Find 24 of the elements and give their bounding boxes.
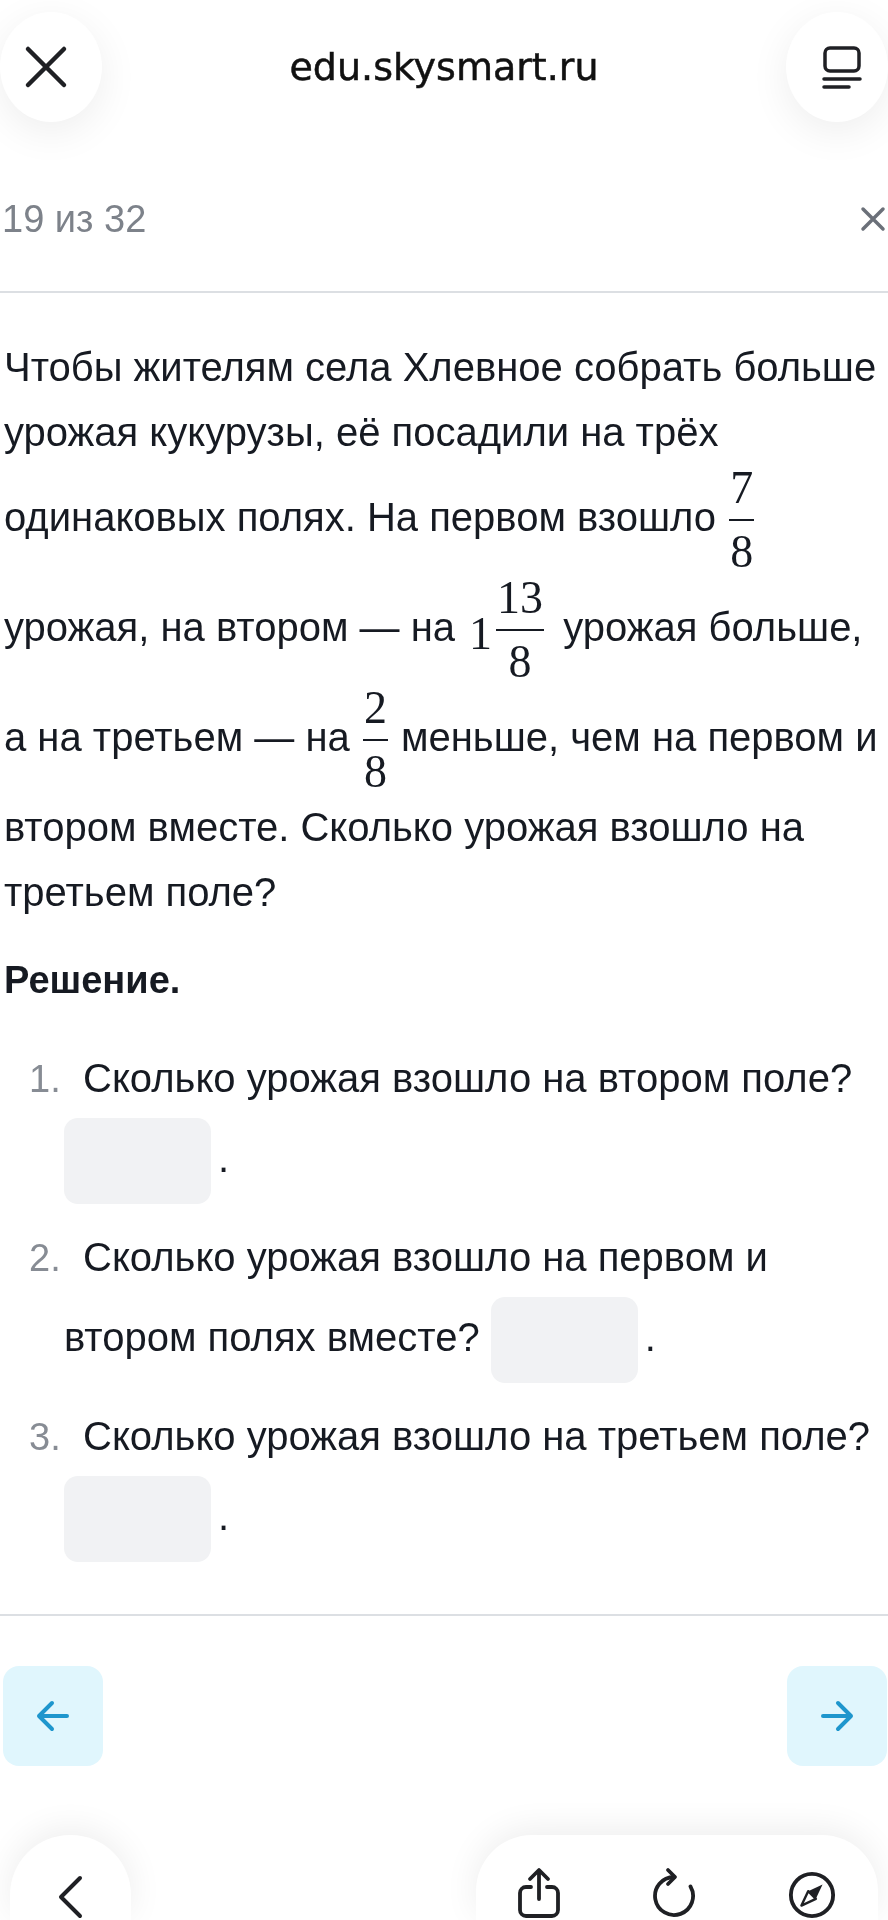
compass-icon[interactable] <box>787 1871 837 1919</box>
sentence-period: . <box>218 1493 230 1538</box>
question-text: Сколько урожая взошло на первом и <box>83 1235 768 1279</box>
next-button[interactable] <box>787 1666 887 1766</box>
arrow-left-icon <box>36 1699 70 1733</box>
reload-icon[interactable] <box>651 1867 698 1917</box>
page-url: edu.skysmart.ru <box>289 45 599 89</box>
question-text: Сколько урожая взошло на третьем поле? <box>83 1414 871 1458</box>
close-icon <box>24 45 68 89</box>
step-number: 3. <box>29 1415 62 1460</box>
arrow-right-icon <box>820 1699 854 1733</box>
sentence-period: . <box>218 1135 230 1180</box>
sentence-period: . <box>644 1314 656 1359</box>
step-number: 1. <box>29 1057 62 1102</box>
step-number: 2. <box>29 1236 62 1281</box>
solution-heading: Решение. <box>4 958 182 1003</box>
close-icon[interactable] <box>860 206 886 232</box>
share-icon[interactable] <box>516 1867 562 1919</box>
question-text: втором полях вместе? <box>64 1314 480 1359</box>
question-text: Сколько урожая взошло на втором поле? <box>83 1056 853 1100</box>
task-counter: 19 из 32 <box>1 197 147 241</box>
chevron-left-icon <box>58 1875 83 1919</box>
previous-button[interactable] <box>3 1666 103 1766</box>
layout-icon <box>822 45 862 89</box>
